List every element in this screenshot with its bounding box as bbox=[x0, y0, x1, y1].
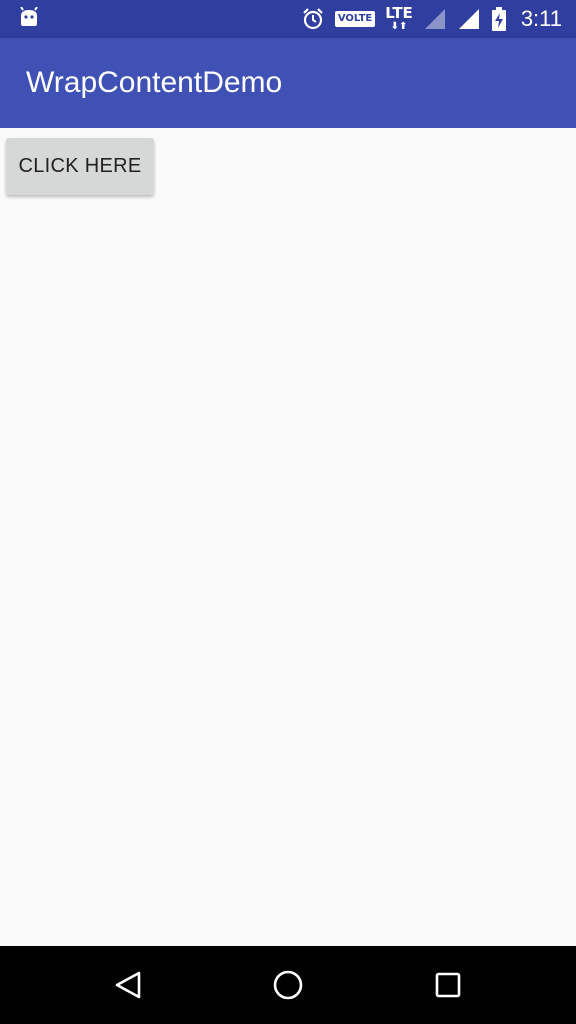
volte-icon: VOLTE bbox=[334, 11, 376, 27]
status-left-icons bbox=[18, 6, 40, 33]
app-title: WrapContentDemo bbox=[26, 66, 283, 99]
status-time: 3:11 bbox=[520, 6, 562, 31]
screen: VOLTE LTE ⬇⬆ 3:11 WrapContentDemo CLICK … bbox=[0, 0, 576, 1024]
app-bar: WrapContentDemo bbox=[0, 38, 576, 128]
wifi-signal-icon bbox=[458, 9, 479, 29]
content-area: CLICK HERE bbox=[0, 128, 576, 946]
lte-label: LTE bbox=[385, 4, 413, 22]
signal-icon bbox=[424, 9, 445, 29]
lte-icon: LTE ⬇⬆ bbox=[385, 6, 413, 32]
home-icon bbox=[273, 970, 303, 1000]
battery-charging-icon bbox=[491, 7, 506, 31]
android-notification-icon bbox=[20, 6, 38, 26]
click-here-button[interactable]: CLICK HERE bbox=[6, 138, 154, 195]
status-bar: VOLTE LTE ⬇⬆ 3:11 bbox=[0, 0, 576, 38]
status-right-icons: VOLTE LTE ⬇⬆ 3:11 bbox=[291, 0, 562, 38]
alarm-icon bbox=[303, 8, 323, 30]
recents-icon bbox=[435, 972, 461, 998]
navigation-bar bbox=[0, 946, 576, 1024]
back-button[interactable] bbox=[88, 946, 168, 1024]
data-activity-arrows: ⬇⬆ bbox=[390, 21, 408, 32]
back-icon bbox=[115, 971, 141, 999]
home-button[interactable] bbox=[248, 946, 328, 1024]
recents-button[interactable] bbox=[408, 946, 488, 1024]
